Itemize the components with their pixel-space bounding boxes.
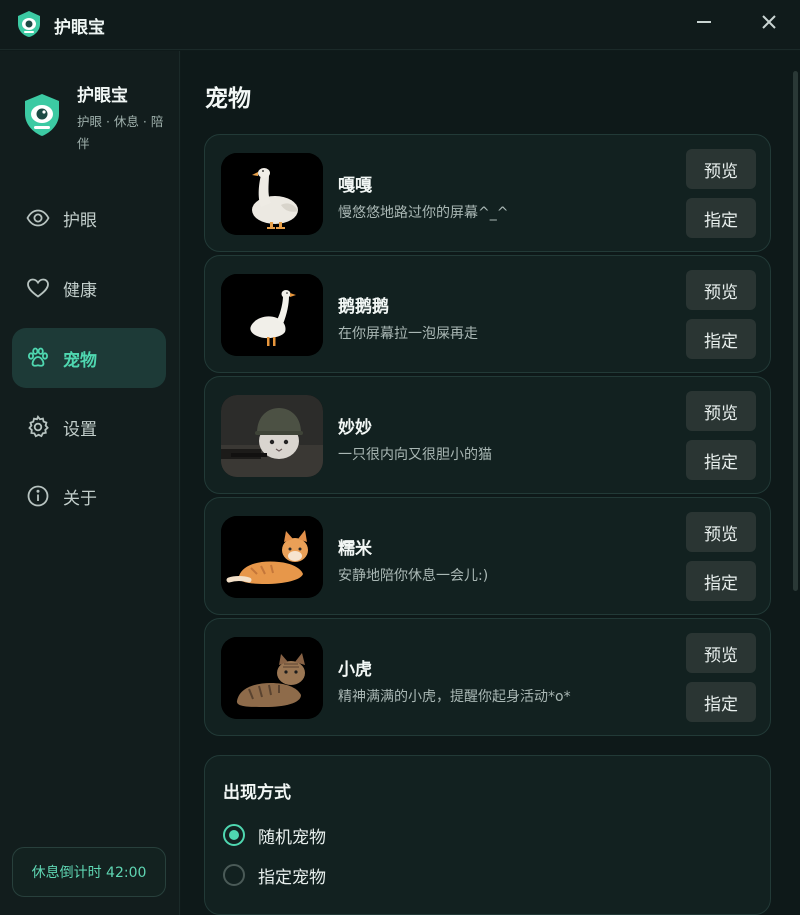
- heart-icon: [25, 275, 51, 301]
- pet-name: 糯米: [338, 539, 372, 559]
- radio-random-pet[interactable]: 随机宠物: [223, 822, 326, 848]
- pet-thumbnail: [221, 516, 323, 598]
- assign-button[interactable]: 指定: [686, 561, 756, 601]
- assign-button[interactable]: 指定: [686, 682, 756, 722]
- pet-description: 在你屏幕拉一泡屎再走: [338, 326, 478, 342]
- pet-card-gaga: 嘎嘎 慢悠悠地路过你的屏幕^_^ 预览 指定: [204, 134, 771, 252]
- pet-description: 精神满满的小虎，提醒你起身活动*o*: [338, 689, 571, 705]
- radio-label: 随机宠物: [258, 827, 326, 848]
- sidebar-item-about[interactable]: 关于: [12, 466, 166, 526]
- pet-thumbnail: [221, 395, 323, 477]
- preview-button[interactable]: 预览: [686, 391, 756, 431]
- brand: 护眼宝 护眼 · 休息 · 陪伴: [20, 81, 170, 161]
- sidebar-item-label: 宠物: [63, 350, 97, 371]
- gear-icon: [25, 414, 51, 440]
- rest-countdown: 休息倒计时 42:00: [12, 847, 166, 897]
- title-bar: 护眼宝: [0, 0, 800, 50]
- pet-card-xiaohu: 小虎 精神满满的小虎，提醒你起身活动*o* 预览 指定: [204, 618, 771, 736]
- brand-name: 护眼宝: [77, 86, 128, 106]
- brand-tagline: 护眼 · 休息 · 陪伴: [77, 114, 164, 151]
- pet-name: 鹅鹅鹅: [338, 297, 389, 317]
- pet-card-nuomi: 糯米 安静地陪你休息一会儿:) 预览 指定: [204, 497, 771, 615]
- pet-description: 一只很内向又很胆小的猫: [338, 447, 492, 463]
- preview-button[interactable]: 预览: [686, 149, 756, 189]
- assign-button[interactable]: 指定: [686, 198, 756, 238]
- radio-checked[interactable]: [223, 824, 245, 846]
- appearance-mode-card: 出现方式 随机宠物 指定宠物: [204, 755, 771, 915]
- sidebar-item-health[interactable]: 健康: [12, 258, 166, 318]
- app-logo-icon: [22, 93, 62, 137]
- pet-thumbnail: [221, 274, 323, 356]
- pet-name: 小虎: [338, 660, 372, 680]
- main-content: 宠物 嘎嘎 慢悠悠地路过你的屏幕^_^ 预览 指定 鹅鹅鹅 在你屏幕拉一泡屎再走…: [181, 51, 800, 915]
- preview-button[interactable]: 预览: [686, 512, 756, 552]
- sidebar: 护眼宝 护眼 · 休息 · 陪伴 护眼 健康 宠物 设置 关于 休息倒计时 42…: [0, 51, 180, 915]
- pet-description: 安静地陪你休息一会儿:): [338, 568, 489, 584]
- preview-button[interactable]: 预览: [686, 270, 756, 310]
- page-title: 宠物: [205, 86, 251, 112]
- pet-name: 嘎嘎: [338, 176, 372, 196]
- sidebar-item-label: 护眼: [63, 210, 97, 231]
- pet-card-eeee: 鹅鹅鹅 在你屏幕拉一泡屎再走 预览 指定: [204, 255, 771, 373]
- pet-name: 妙妙: [338, 418, 372, 438]
- pet-thumbnail: [221, 153, 323, 235]
- pet-thumbnail: [221, 637, 323, 719]
- info-icon: [25, 483, 51, 509]
- minus-icon: [696, 14, 712, 34]
- minimize-button[interactable]: [689, 10, 719, 38]
- radio-unchecked[interactable]: [223, 864, 245, 886]
- pet-card-miaomiao: 妙妙 一只很内向又很胆小的猫 预览 指定: [204, 376, 771, 494]
- app-title: 护眼宝: [54, 18, 105, 38]
- radio-label: 指定宠物: [258, 867, 326, 888]
- paw-icon: [25, 345, 51, 371]
- assign-button[interactable]: 指定: [686, 319, 756, 359]
- close-icon: [761, 14, 777, 34]
- pet-description: 慢悠悠地路过你的屏幕^_^: [338, 205, 509, 221]
- preview-button[interactable]: 预览: [686, 633, 756, 673]
- close-button[interactable]: [754, 10, 784, 38]
- sidebar-item-label: 健康: [63, 280, 97, 301]
- scrollbar[interactable]: [793, 71, 798, 591]
- sidebar-item-settings[interactable]: 设置: [12, 397, 166, 457]
- sidebar-item-label: 关于: [63, 488, 97, 509]
- sidebar-item-eye-care[interactable]: 护眼: [12, 188, 166, 248]
- sidebar-item-pets[interactable]: 宠物: [12, 328, 166, 388]
- app-logo-icon: [16, 10, 42, 38]
- assign-button[interactable]: 指定: [686, 440, 756, 480]
- appearance-mode-title: 出现方式: [223, 783, 291, 803]
- sidebar-item-label: 设置: [63, 419, 97, 440]
- eye-icon: [25, 205, 51, 231]
- radio-specified-pet[interactable]: 指定宠物: [223, 862, 326, 888]
